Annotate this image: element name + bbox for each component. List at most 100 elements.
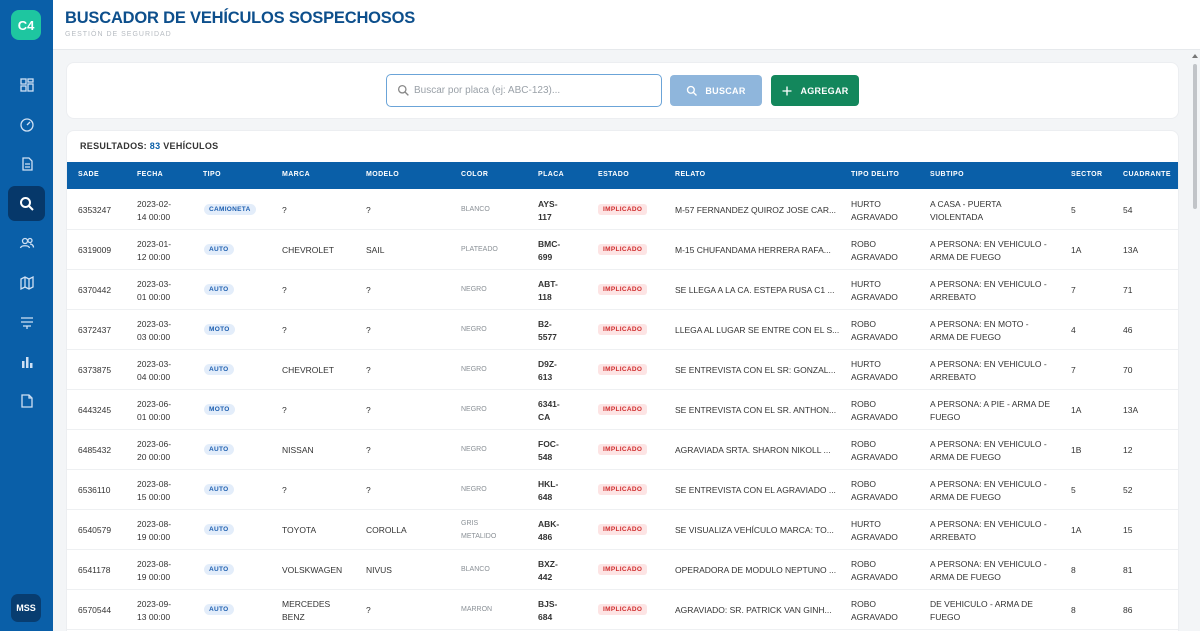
cell-text: NEGRO <box>461 286 487 293</box>
column-header[interactable]: MODELO <box>366 171 399 178</box>
subtipo-cell: A PERSONA: EN VEHICULO - ARREBATO <box>930 278 1047 303</box>
cuadrante-cell: 81 <box>1123 564 1132 577</box>
results-unit: VEHÍCULOS <box>163 141 219 151</box>
cell-text: COROLLA <box>366 525 407 535</box>
sade-cell: 6373875 <box>78 364 111 377</box>
nav-charts[interactable] <box>8 344 45 379</box>
table-row[interactable]: 6319009 2023-01- 12 00:00 CHEVROLET SAIL PLAT… <box>67 230 1178 270</box>
cell-text: 6341- <box>538 399 560 409</box>
search-icon <box>19 196 34 211</box>
cell-text: 2023-09- <box>137 599 172 609</box>
page-scrollbar[interactable] <box>1190 52 1200 631</box>
fecha-cell: 2023-06- 01 00:00 <box>137 398 171 423</box>
cell-text: NISSAN <box>282 445 314 455</box>
add-button[interactable]: AGREGAR <box>771 75 859 106</box>
table-row[interactable]: 6372437 2023-03- 03 00:00?? NEGRO B2- 5577 LLE… <box>67 310 1178 350</box>
tipo-delito-cell: ROBO AGRAVADO <box>851 438 898 463</box>
search-box[interactable] <box>386 74 662 107</box>
table-row[interactable]: 6540579 2023-08- 19 00:00 TOYOTA COROLLA GRIS… <box>67 510 1178 550</box>
tipo-badge: AUTO <box>204 604 234 615</box>
color-cell: NEGRO <box>461 284 487 297</box>
cell-text: BMC- <box>538 239 561 249</box>
cell-text: TOYOTA <box>282 525 317 535</box>
placa-cell: D9Z- 613 <box>538 358 557 383</box>
cell-text: NEGRO <box>461 446 487 453</box>
nav-files[interactable] <box>8 383 45 418</box>
cell-text: BJS- <box>538 599 558 609</box>
cell-text: AGRAVADO <box>851 331 898 342</box>
marca-cell: NISSAN <box>282 444 314 457</box>
color-cell: NEGRO <box>461 404 487 417</box>
nav-layers[interactable] <box>8 304 45 339</box>
cell-text: 648 <box>538 491 553 502</box>
color-cell: NEGRO <box>461 324 487 337</box>
column-header[interactable]: MARCA <box>282 171 310 178</box>
nav-users[interactable] <box>8 225 45 260</box>
cell-text: AGRAVADO <box>851 371 898 382</box>
column-header[interactable]: SUBTIPO <box>930 171 964 178</box>
cell-text: 2023-08- <box>137 559 172 569</box>
table-row[interactable]: 6485432 2023-06- 20 00:00 NISSAN? NEGRO FOC- 5… <box>67 430 1178 470</box>
fecha-cell: 2023-08- 19 00:00 <box>137 518 171 543</box>
cell-text: 03 00:00 <box>137 331 171 342</box>
modelo-cell: ? <box>366 364 371 377</box>
results-count: 83 <box>149 141 161 151</box>
table-row[interactable]: 6373875 2023-03- 04 00:00 CHEVROLET? NEGRO D9… <box>67 350 1178 390</box>
column-header[interactable]: RELATO <box>675 171 706 178</box>
column-header[interactable]: SADE <box>78 171 99 178</box>
table-row[interactable]: 6536110 2023-08- 15 00:00?? NEGRO HKL- 648 SE … <box>67 470 1178 510</box>
cell-text: 6443245 <box>78 405 112 415</box>
column-header[interactable]: SECTOR <box>1071 171 1102 178</box>
subtipo-cell: A PERSONA: EN VEHICULO - ARMA DE FUEGO <box>930 558 1047 583</box>
tipo-delito-cell: HURTO AGRAVADO <box>851 358 898 383</box>
table-row[interactable]: 6370442 2023-03- 01 00:00?? NEGRO ABT- 118 SE … <box>67 270 1178 310</box>
user-avatar[interactable]: MSS <box>11 594 41 622</box>
cell-text: ? <box>282 285 287 295</box>
cell-text: 6353247 <box>78 205 112 215</box>
cell-text: 81 <box>1123 565 1133 575</box>
sade-cell: 6570544 <box>78 604 111 617</box>
scroll-up-arrow-icon[interactable] <box>1192 54 1198 58</box>
cell-text: AGRAVIADA SRTA. SHARON NIKOLL ... <box>675 445 831 455</box>
modelo-cell: COROLLA <box>366 524 407 537</box>
cell-text: B2- <box>538 319 552 329</box>
results-card: RESULTADOS: 83 VEHÍCULOS SADE FECHA TIPO… <box>66 130 1179 631</box>
nav-map[interactable] <box>8 265 45 300</box>
relato-cell: SE ENTREVISTA CON EL SR. ANTHON... <box>675 404 836 417</box>
cell-text: M-15 CHUFANDAMA HERRERA RAFA... <box>675 245 831 255</box>
table-row[interactable]: 6570544 2023-09- 13 00:00 MERCEDES BENZ? MARR… <box>67 590 1178 630</box>
cell-text: ROBO <box>851 559 877 569</box>
subtipo-cell: A PERSONA: EN VEHICULO - ARMA DE FUEGO <box>930 438 1047 463</box>
nav-search[interactable] <box>8 186 45 221</box>
column-header[interactable]: TIPO DELITO <box>851 171 899 178</box>
sector-cell: 8 <box>1071 604 1076 617</box>
cell-text: SE LLEGA A LA CA. ESTEPA RUSA C1 ... <box>675 285 835 295</box>
table-row[interactable]: 6353247 2023-02- 14 00:00?? BLANCO AYS- 117 M-… <box>67 190 1178 230</box>
cell-text: AGRAVADO <box>851 491 898 502</box>
column-header[interactable]: PLACA <box>538 171 564 178</box>
scroll-thumb[interactable] <box>1193 64 1197 209</box>
tipo-badge: MOTO <box>204 404 235 415</box>
nav-dashboard[interactable] <box>8 67 45 102</box>
column-header[interactable]: CUADRANTE <box>1123 171 1171 178</box>
app-logo[interactable]: C4 <box>11 10 41 40</box>
cell-text: 2023-06- <box>137 439 172 449</box>
table-row[interactable]: 6443245 2023-06- 01 00:00?? NEGRO 6341- CA SE … <box>67 390 1178 430</box>
column-header[interactable]: FECHA <box>137 171 163 178</box>
sidebar: C4 MSS <box>0 0 53 631</box>
column-header[interactable]: COLOR <box>461 171 488 178</box>
estado-badge: IMPLICADO <box>598 524 648 535</box>
cell-text: 7 <box>1071 365 1076 375</box>
cell-text: FOC- <box>538 439 559 449</box>
table-row[interactable]: 6541178 2023-08- 19 00:00 VOLSKWAGEN NIVUS BL… <box>67 550 1178 590</box>
tipo-badge: AUTO <box>204 484 234 495</box>
column-header[interactable]: TIPO <box>203 171 221 178</box>
sade-cell: 6485432 <box>78 444 111 457</box>
cell-text: 04 00:00 <box>137 371 171 382</box>
cell-text: 5 <box>1071 205 1076 215</box>
column-header[interactable]: ESTADO <box>598 171 629 178</box>
plate-search-input[interactable] <box>414 81 654 100</box>
nav-speedometer[interactable] <box>8 107 45 142</box>
nav-documents[interactable] <box>8 146 45 181</box>
search-button[interactable]: BUSCAR <box>670 75 762 106</box>
